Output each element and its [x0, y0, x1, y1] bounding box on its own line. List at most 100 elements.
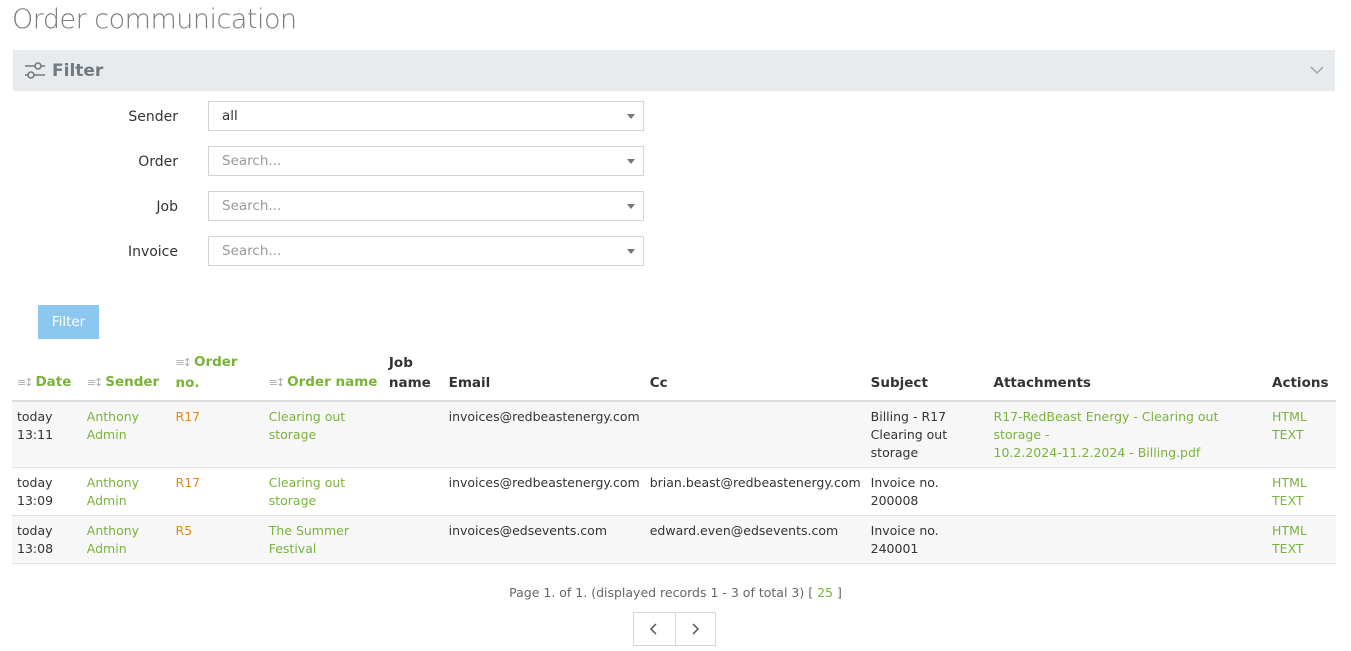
order-name-line: storage	[268, 427, 317, 442]
sender-select-value: all	[222, 108, 238, 124]
table-row: today 13:11 Anthony Admin R17 Clearing out…	[12, 401, 1336, 468]
filter-panel-header[interactable]: Filter	[13, 50, 1335, 91]
table-header-row: ≡↕ Date ≡↕ Sender ≡↕ Order no. ≡↕ Order name…	[12, 352, 1336, 402]
column-label: Job	[388, 355, 413, 371]
pagination-summary-end: ]	[836, 585, 842, 600]
email-cell: invoices@edsevents.com	[443, 515, 645, 564]
job-label: Job	[156, 199, 178, 215]
next-page-button[interactable]	[674, 613, 716, 645]
subject-line: Billing - R17	[870, 409, 947, 424]
attachment-cell	[988, 515, 1268, 564]
sender-select[interactable]: all	[208, 101, 644, 131]
sender-link[interactable]: Anthony Admin	[81, 467, 171, 516]
column-label: Cc	[649, 375, 668, 391]
subject-cell: Invoice no. 240001	[865, 515, 989, 564]
actions-cell: HTML TEXT	[1267, 467, 1336, 516]
attachment-line: 10.2.2024-11.2.2024 - Billing.pdf	[993, 445, 1201, 460]
column-header-order-no[interactable]: ≡↕ Order no.	[170, 352, 264, 402]
cc-cell	[644, 401, 866, 468]
order-no-link[interactable]: R17	[170, 467, 264, 516]
sort-icon: ≡↕	[268, 376, 286, 389]
text-action-link[interactable]: TEXT	[1272, 493, 1304, 508]
date-day: today	[17, 475, 53, 490]
page-size-link[interactable]: 25	[817, 585, 833, 600]
filter-button[interactable]: Filter	[38, 305, 99, 339]
sender-last: Admin	[86, 541, 127, 556]
column-header-date[interactable]: ≡↕ Date	[12, 352, 82, 402]
order-name-link[interactable]: Clearing out storage	[263, 467, 384, 516]
column-label: name	[388, 375, 431, 391]
order-name-link[interactable]: Clearing out storage	[263, 401, 384, 468]
table-row: today 13:08 Anthony Admin R5 The Summer Fes…	[12, 515, 1336, 564]
job-name-cell	[383, 467, 444, 516]
cc-cell: brian.beast@redbeastenergy.com	[644, 467, 866, 516]
date-time: 13:11	[17, 427, 54, 442]
order-select-placeholder: Search...	[222, 153, 282, 169]
email-cell: invoices@redbeastenergy.com	[443, 401, 645, 468]
column-header-actions: Actions	[1267, 352, 1336, 402]
sliders-icon	[24, 61, 46, 81]
attachment-line: R17-RedBeast Energy - Clearing out stora…	[993, 409, 1219, 442]
order-name-line: The Summer	[268, 523, 349, 538]
sender-first: Anthony	[86, 409, 140, 424]
job-select-placeholder: Search...	[222, 198, 282, 214]
column-header-email: Email	[443, 352, 645, 402]
sender-link[interactable]: Anthony Admin	[81, 401, 171, 468]
sort-icon: ≡↕	[86, 376, 104, 389]
date-cell: today 13:08	[12, 515, 82, 564]
column-header-sender[interactable]: ≡↕ Sender	[81, 352, 171, 402]
subject-cell: Billing - R17 Clearing out storage	[865, 401, 989, 468]
job-name-cell	[383, 515, 444, 564]
job-name-cell	[383, 401, 444, 468]
sender-first: Anthony	[86, 523, 140, 538]
column-header-job-name: Job name	[383, 352, 444, 402]
order-name-link[interactable]: The Summer Festival	[263, 515, 384, 564]
order-name-line: Clearing out	[268, 475, 346, 490]
column-label: Actions	[1272, 375, 1329, 391]
column-header-attachments: Attachments	[988, 352, 1268, 402]
table-row: today 13:09 Anthony Admin R17 Clearing out…	[12, 467, 1336, 516]
sender-label: Sender	[128, 109, 178, 125]
order-name-line: Festival	[268, 541, 317, 556]
chevron-right-icon	[692, 623, 700, 635]
text-action-link[interactable]: TEXT	[1272, 541, 1304, 556]
attachment-link[interactable]: R17-RedBeast Energy - Clearing out stora…	[988, 401, 1268, 468]
html-action-link[interactable]: HTML	[1272, 523, 1307, 538]
column-header-cc: Cc	[644, 352, 866, 402]
caret-down-icon	[627, 249, 635, 254]
cc-cell: edward.even@edsevents.com	[644, 515, 866, 564]
communication-table: ≡↕ Date ≡↕ Sender ≡↕ Order no. ≡↕ Order name…	[12, 352, 1336, 564]
column-label: Date	[35, 374, 72, 390]
date-time: 13:09	[17, 493, 54, 508]
sender-link[interactable]: Anthony Admin	[81, 515, 171, 564]
caret-down-icon	[627, 204, 635, 209]
sort-icon: ≡↕	[175, 356, 193, 369]
column-header-order-name[interactable]: ≡↕ Order name	[263, 352, 384, 402]
order-no-link[interactable]: R5	[170, 515, 264, 564]
invoice-select[interactable]: Search...	[208, 236, 644, 266]
date-day: today	[17, 523, 53, 538]
order-name-line: Clearing out	[268, 409, 346, 424]
chevron-down-icon[interactable]	[1309, 62, 1325, 78]
prev-page-button[interactable]	[634, 613, 675, 645]
column-header-subject: Subject	[865, 352, 989, 402]
sender-last: Admin	[86, 427, 127, 442]
caret-down-icon	[627, 159, 635, 164]
invoice-label: Invoice	[127, 244, 178, 260]
date-cell: today 13:11	[12, 401, 82, 468]
order-no-link[interactable]: R17	[170, 401, 264, 468]
invoice-select-placeholder: Search...	[222, 243, 282, 259]
order-select[interactable]: Search...	[208, 146, 644, 176]
actions-cell: HTML TEXT	[1267, 401, 1336, 468]
subject-line: storage	[870, 445, 919, 460]
filter-title: Filter	[52, 60, 104, 81]
text-action-link[interactable]: TEXT	[1272, 427, 1304, 442]
date-cell: today 13:09	[12, 467, 82, 516]
column-label: Sender	[105, 374, 160, 390]
date-day: today	[17, 409, 53, 424]
email-cell: invoices@redbeastenergy.com	[443, 467, 645, 516]
html-action-link[interactable]: HTML	[1272, 409, 1307, 424]
job-select[interactable]: Search...	[208, 191, 644, 221]
attachment-cell	[988, 467, 1268, 516]
html-action-link[interactable]: HTML	[1272, 475, 1307, 490]
